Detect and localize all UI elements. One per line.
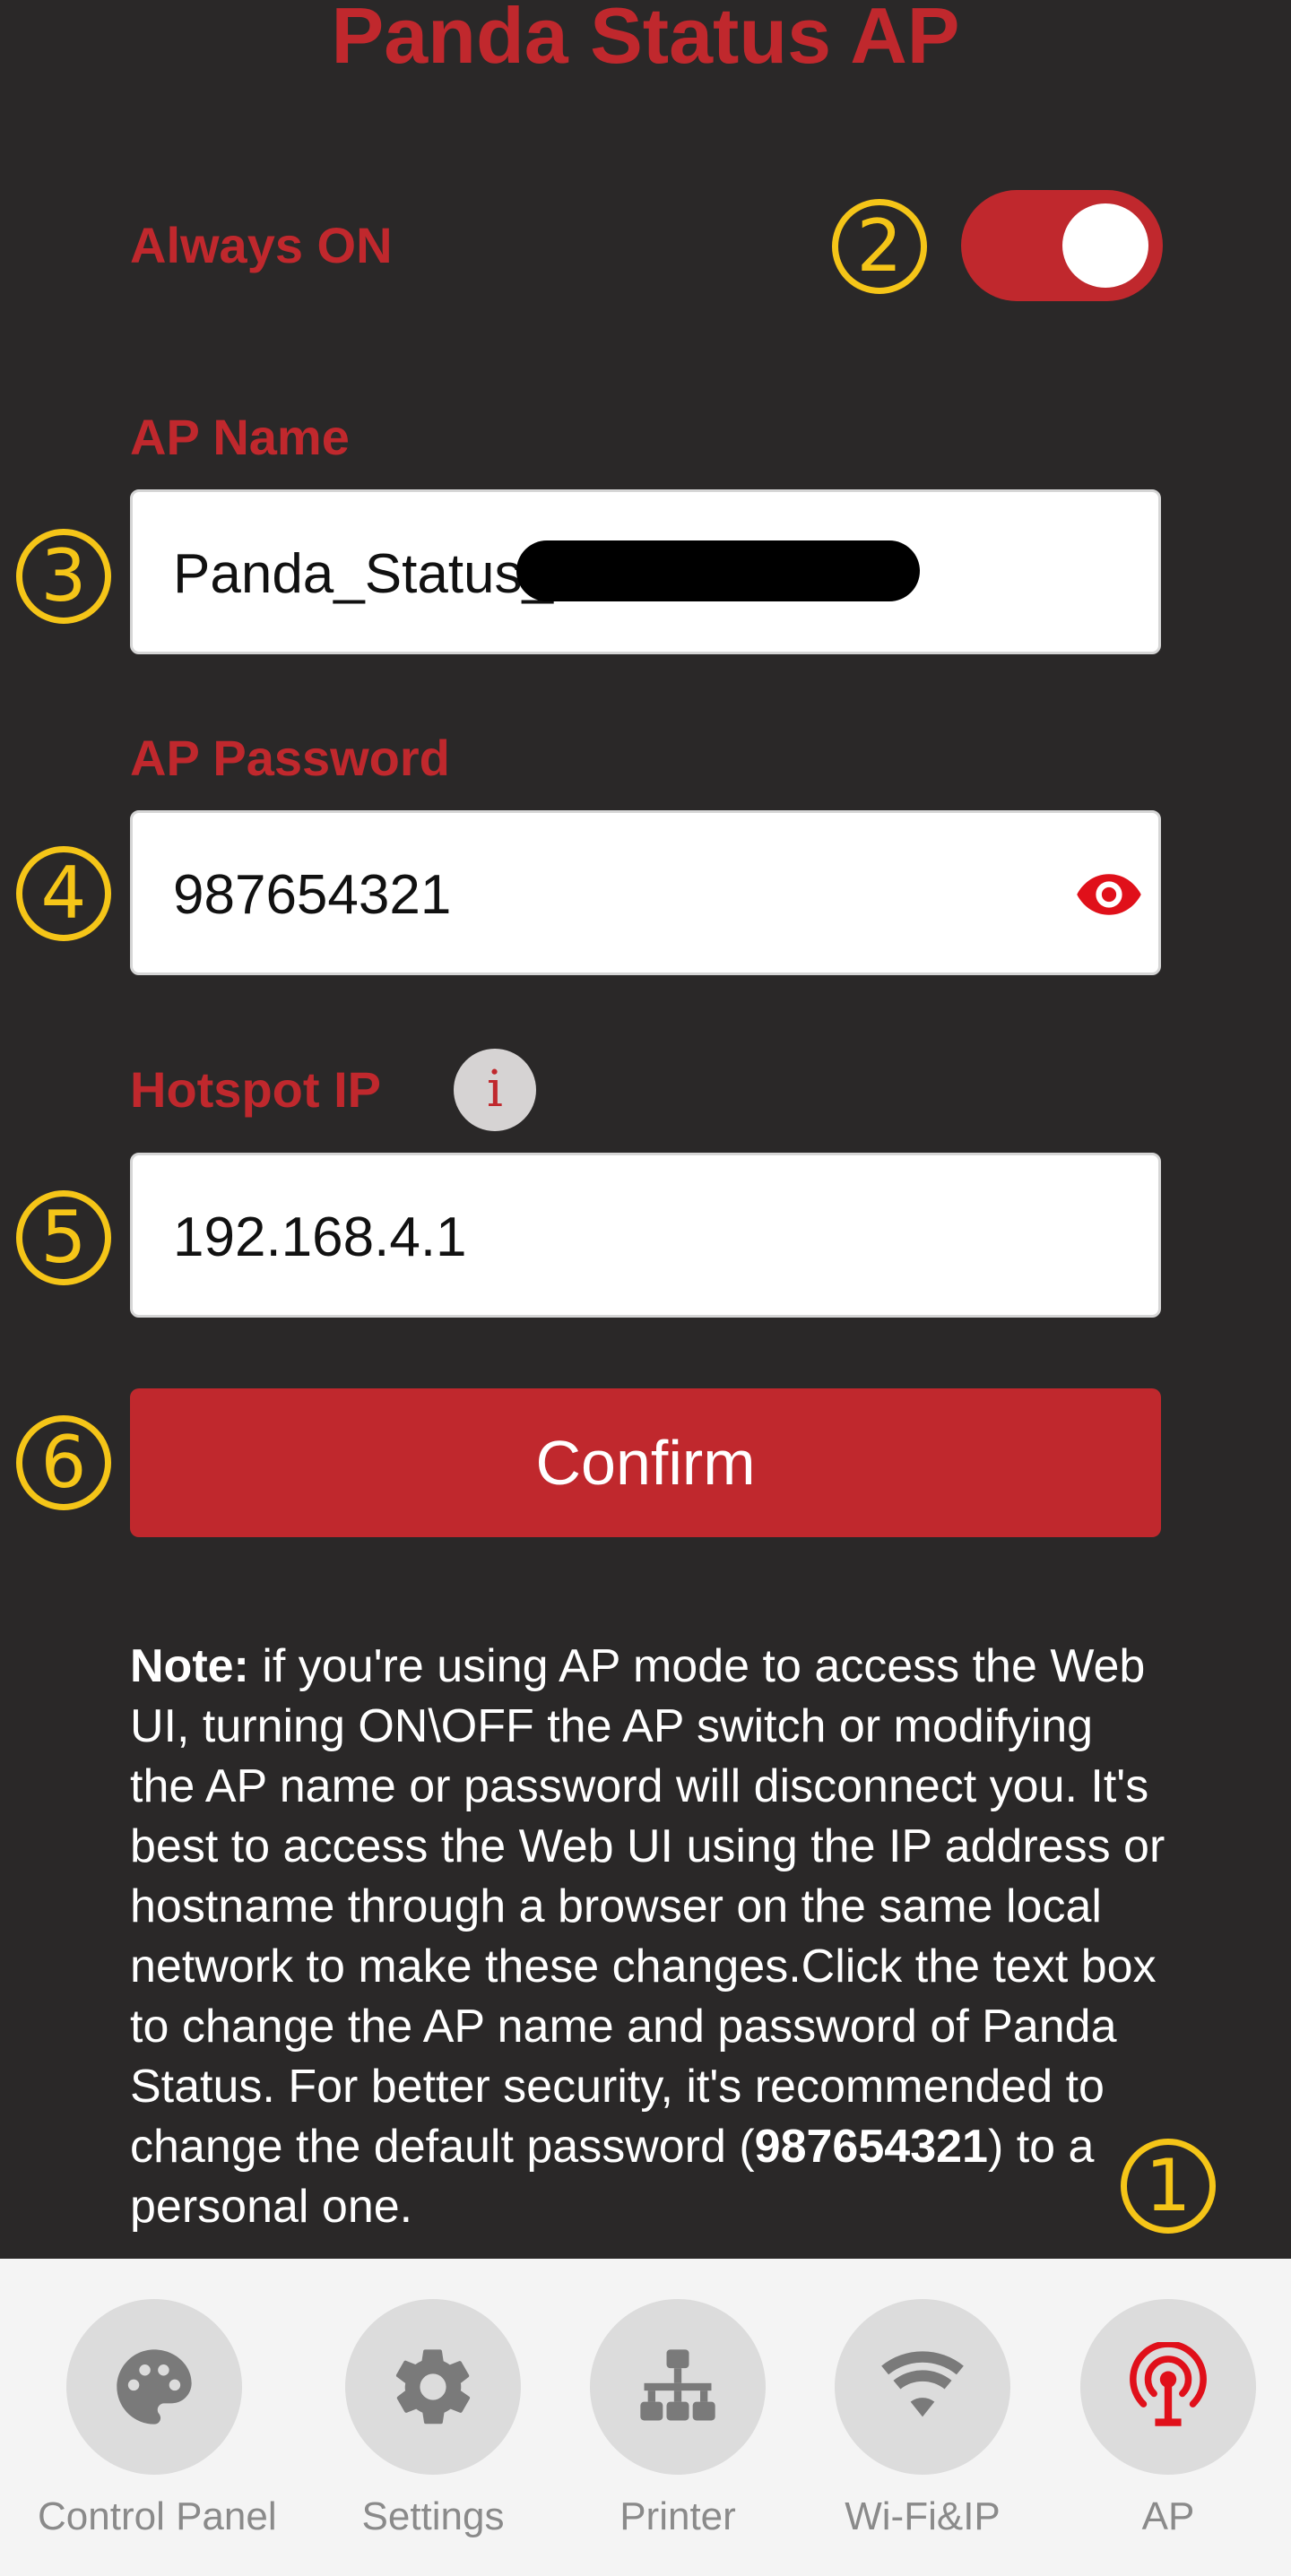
annotation-marker-1: 1 bbox=[1121, 2139, 1216, 2234]
ap-name-value: Panda_Status_ bbox=[173, 543, 554, 605]
nav-item-wifi-ip[interactable]: Wi-Fi&IP bbox=[806, 2299, 1039, 2559]
nav-label-wifi-ip: Wi-Fi&IP bbox=[845, 2494, 1001, 2538]
nav-circle bbox=[66, 2299, 242, 2475]
redaction-bar bbox=[516, 540, 920, 601]
ap-password-value: 987654321 bbox=[173, 864, 452, 926]
nav-label-ap: AP bbox=[1141, 2494, 1195, 2538]
hotspot-ip-label: Hotspot IP bbox=[130, 1061, 381, 1118]
nav-circle bbox=[1080, 2299, 1256, 2475]
nav-label-printer: Printer bbox=[620, 2494, 736, 2538]
nav-circle bbox=[345, 2299, 521, 2475]
toggle-knob bbox=[1062, 203, 1148, 288]
note-body-1: if you're using AP mode to access the We… bbox=[130, 1640, 1165, 2173]
nav-item-control-panel[interactable]: Control Panel bbox=[38, 2299, 277, 2559]
note-prefix: Note: bbox=[130, 1640, 249, 1692]
ap-name-label: AP Name bbox=[130, 409, 350, 465]
hotspot-ip-field[interactable]: 192.168.4.1 bbox=[130, 1153, 1161, 1318]
network-icon bbox=[640, 2349, 715, 2421]
palette-icon bbox=[117, 2349, 192, 2425]
ap-name-field[interactable]: Panda_Status_ bbox=[130, 489, 1161, 654]
wifi-icon bbox=[881, 2351, 964, 2417]
nav-label-settings: Settings bbox=[361, 2494, 505, 2538]
nav-item-settings[interactable]: Settings bbox=[316, 2299, 550, 2559]
page-title: Panda Status AP bbox=[331, 0, 960, 80]
annotation-marker-6: 6 bbox=[16, 1415, 111, 1510]
hotspot-ip-value: 192.168.4.1 bbox=[173, 1206, 467, 1268]
note-text: Note: if you're using AP mode to access … bbox=[130, 1637, 1170, 2237]
antenna-icon bbox=[1130, 2342, 1207, 2426]
eye-icon[interactable] bbox=[1074, 860, 1144, 929]
annotation-marker-3: 3 bbox=[16, 529, 111, 624]
nav-item-ap[interactable]: AP bbox=[1052, 2299, 1285, 2559]
note-default-password: 987654321 bbox=[754, 2121, 988, 2173]
ap-password-label: AP Password bbox=[130, 730, 450, 786]
confirm-button[interactable]: Confirm bbox=[130, 1388, 1161, 1537]
annotation-marker-5: 5 bbox=[16, 1190, 111, 1285]
nav-item-printer[interactable]: Printer bbox=[561, 2299, 794, 2559]
always-on-toggle[interactable] bbox=[961, 190, 1163, 301]
annotation-marker-2: 2 bbox=[832, 199, 927, 294]
nav-circle bbox=[835, 2299, 1010, 2475]
nav-label-control-panel: Control Panel bbox=[38, 2494, 277, 2538]
annotation-marker-4: 4 bbox=[16, 846, 111, 941]
gear-icon bbox=[395, 2349, 471, 2425]
bottom-nav: Control Panel Settings Printer Wi-Fi&IP … bbox=[0, 2259, 1291, 2576]
always-on-label: Always ON bbox=[130, 217, 393, 273]
info-icon[interactable]: i bbox=[454, 1049, 536, 1131]
nav-circle bbox=[590, 2299, 766, 2475]
ap-password-field[interactable]: 987654321 bbox=[130, 810, 1161, 975]
